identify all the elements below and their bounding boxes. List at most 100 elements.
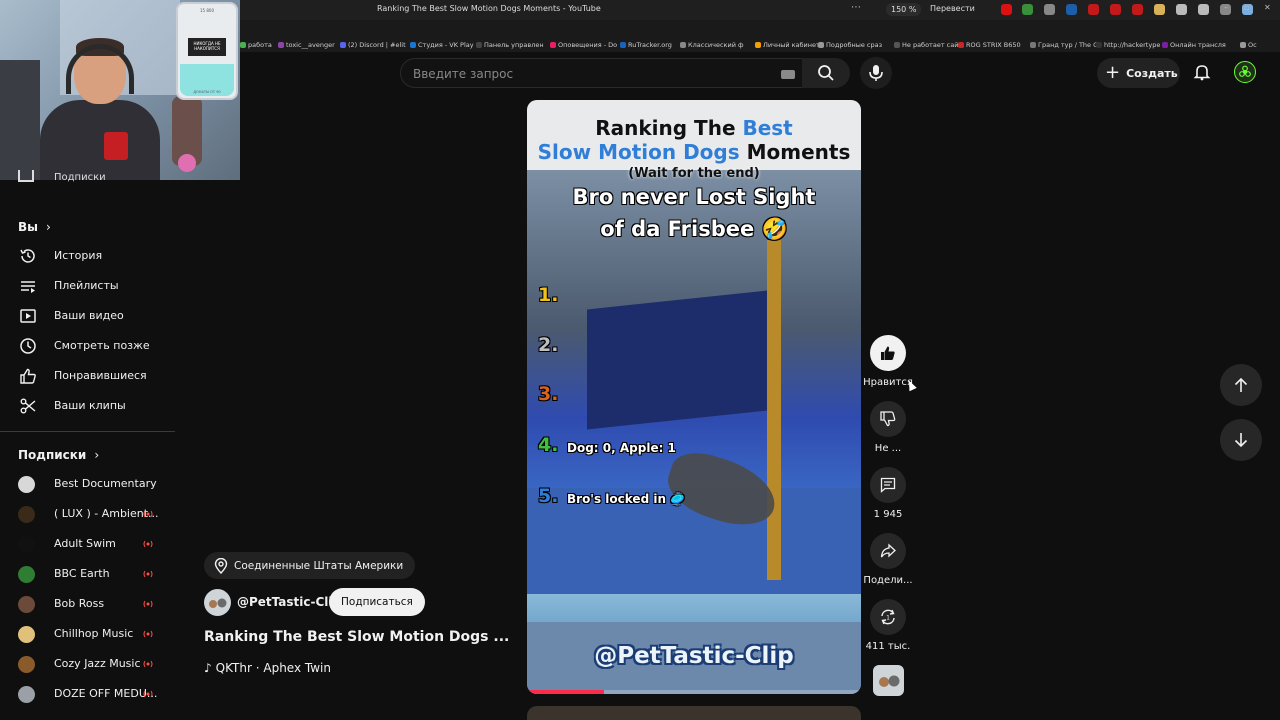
sidebar-item-your-videos[interactable]: Ваши видео [0,302,175,330]
video-progress-bar[interactable] [527,690,861,694]
sidebar-item-subscriptions[interactable]: Подписки [54,172,106,183]
like-button[interactable]: Нравится [862,335,914,388]
sidebar-subscription-item[interactable]: ( LUX ) - Ambient... [0,500,175,528]
zoom-indicator[interactable]: 150 % [886,3,922,16]
bookmark-item[interactable]: Классический ф [680,41,744,49]
more-icon[interactable]: ⋯ [851,2,861,13]
bookmark-favicon-icon [755,42,761,48]
sidebar-subscription-item[interactable]: Cozy Jazz Music [0,650,175,678]
next-short-button[interactable] [1220,419,1262,461]
extension-icon[interactable] [1154,4,1165,15]
search-button[interactable] [802,58,850,88]
remix-button[interactable]: 1 411 тыс. [862,599,914,652]
short-video-player[interactable]: Ranking The Best Slow Motion Dogs Moment… [527,100,861,694]
bookmark-item[interactable]: (2) Discord | #elit [340,41,406,49]
chevron-right-icon: › [94,448,100,462]
search-box [400,58,802,88]
menu-icon[interactable]: ≡ [1202,3,1209,12]
dislike-button[interactable]: Не ... [862,401,914,454]
bookmark-item[interactable]: Онлайн трансля [1162,41,1226,49]
next-short-preview[interactable] [527,706,861,720]
channel-avatar [18,506,35,523]
arrow-up-icon [1234,377,1248,392]
scissors-icon [18,396,38,416]
bookmark-item[interactable]: toxic__avenger [278,41,335,49]
bookmark-item[interactable]: http://hackertype [1096,41,1160,49]
bookmark-label: ROG STRIX B650 [966,41,1021,49]
bell-icon [1193,65,1211,81]
you-section-header[interactable]: Вы › [18,220,51,234]
sidebar-item-liked[interactable]: Понравившиеся [0,362,175,390]
tab-strip [240,20,1280,40]
short-title[interactable]: Ranking The Best Slow Motion Dogs ... [204,629,509,645]
music-link[interactable]: ♪ QKThr · Aphex Twin [204,661,331,675]
channel-name[interactable]: @PetTastic-Clip [237,595,341,609]
sound-thumbnail[interactable] [873,665,904,696]
minimize-icon[interactable]: – [1224,3,1228,12]
bookmark-favicon-icon [476,42,482,48]
restore-icon[interactable]: ▫ [1244,3,1249,12]
live-indicator-icon [143,690,153,698]
share-button[interactable]: Подели... [862,533,914,586]
search-icon [818,65,834,81]
bookmark-item[interactable]: RuTracker.org [620,41,672,49]
bookmark-favicon-icon [680,42,686,48]
create-button[interactable]: + Создать [1097,58,1180,88]
extension-icon[interactable] [1110,4,1121,15]
extension-icon[interactable] [1088,4,1099,15]
keyboard-icon[interactable] [781,70,795,79]
remix-count: 411 тыс. [865,641,911,652]
bookmark-item[interactable]: Гранд тур / The G [1030,41,1098,49]
live-indicator-icon [143,630,153,638]
microphone-icon [869,65,883,81]
close-icon[interactable]: ✕ [1264,3,1271,12]
subscription-label: Adult Swim [54,537,116,550]
comments-button[interactable]: 1 945 [862,467,914,520]
bookmark-item[interactable]: Ос [1240,41,1257,49]
live-indicator-icon [143,540,153,548]
sidebar-item-playlists[interactable]: Плейлисты [0,272,175,300]
sidebar-subscription-item[interactable]: Chillhop Music [0,620,175,648]
bookmark-item[interactable]: Панель управлен [476,41,544,49]
translate-button[interactable]: Перевести [930,4,975,13]
bookmark-favicon-icon [278,42,284,48]
subscribe-button[interactable]: Подписаться [329,588,425,616]
extension-icon[interactable] [1066,4,1077,15]
bookmark-item[interactable]: Студия - VK Play [410,41,474,49]
rank-caption: Bro's locked in 🥏 [567,492,686,506]
sidebar-subscription-item[interactable]: Bob Ross [0,590,175,618]
search-input[interactable] [413,65,763,83]
bookmark-item[interactable]: работа [240,41,272,49]
notifications-button[interactable] [1190,60,1214,84]
account-avatar[interactable] [1234,61,1256,83]
bookmark-label: RuTracker.org [628,41,672,49]
sidebar-item-clips[interactable]: Ваши клипы [0,392,175,420]
extension-icon[interactable] [1132,4,1143,15]
rank-number: 5. [538,485,559,507]
extension-icon[interactable] [1044,4,1055,15]
bookmark-item[interactable]: ROG STRIX B650 [958,41,1021,49]
sidebar-subscription-item[interactable]: Best Documentary [0,470,175,498]
bookmark-item[interactable]: Личный кабинет [755,41,820,49]
rank-number: 4. [538,434,559,456]
voice-search-button[interactable] [860,57,892,89]
bookmark-item[interactable]: Подробные сраз [818,41,882,49]
location-chip[interactable]: Соединенные Штаты Америки [204,552,416,579]
extension-icon[interactable] [1001,4,1012,15]
bookmark-item[interactable]: Не работает сайт [894,41,962,49]
channel-avatar [18,626,35,643]
extension-icon[interactable] [1022,4,1033,15]
extension-icon[interactable] [1176,4,1187,15]
bookmark-label: toxic__avenger [286,41,335,49]
sidebar-item-watch-later[interactable]: Смотреть позже [0,332,175,360]
bookmark-label: Оповещения - Do [558,41,618,49]
sidebar-subscription-item[interactable]: Adult Swim [0,530,175,558]
previous-short-button[interactable] [1220,364,1262,406]
sidebar-item-history[interactable]: История [0,242,175,270]
subscriptions-section-header[interactable]: Подписки › [18,448,99,462]
sidebar-subscription-item[interactable]: DOZE OFF MEDU... [0,680,175,708]
thumbs-up-icon [18,366,38,386]
bookmark-item[interactable]: Оповещения - Do [550,41,617,49]
sidebar-subscription-item[interactable]: BBC Earth [0,560,175,588]
channel-avatar[interactable] [204,589,231,616]
